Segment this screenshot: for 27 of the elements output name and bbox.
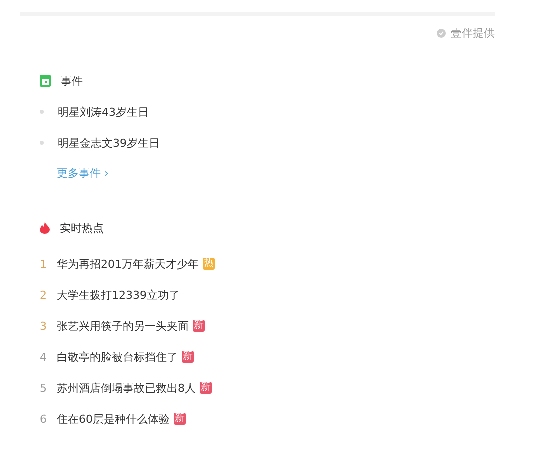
tag-badge: 新 bbox=[200, 382, 212, 394]
hot-topic-link[interactable]: 白敬亭的脸被台标挡住了 bbox=[57, 350, 178, 364]
hot-topic-link[interactable]: 苏州酒店倒塌事故已救出8人 bbox=[57, 380, 196, 396]
rank-number: 6 bbox=[40, 412, 48, 426]
rank-number: 3 bbox=[40, 320, 48, 332]
flame-icon bbox=[40, 222, 50, 234]
bullet-icon bbox=[40, 141, 44, 145]
hot-topic-link[interactable]: 张艺兴用筷子的另一头夹面 bbox=[57, 318, 189, 334]
section-title: 实时热点 bbox=[60, 220, 104, 236]
rank-number: 5 bbox=[40, 382, 48, 394]
event-item[interactable]: 明星刘涛43岁生日 bbox=[58, 104, 149, 120]
event-item[interactable]: 明星金志文39岁生日 bbox=[58, 136, 160, 150]
bullet-icon bbox=[40, 110, 44, 114]
rank-number: 1 bbox=[40, 258, 48, 270]
rank-number: 4 bbox=[40, 350, 48, 364]
tag-badge: 新 bbox=[174, 413, 186, 425]
tag-badge: 新 bbox=[193, 320, 205, 332]
tag-badge: 热 bbox=[203, 258, 215, 270]
check-icon bbox=[437, 29, 446, 38]
tag-badge: 新 bbox=[182, 351, 194, 363]
calendar-icon bbox=[40, 75, 51, 87]
hot-topic-link[interactable]: 华为再招201万年薪天才少年 bbox=[57, 256, 199, 272]
hot-topic-link[interactable]: 住在60层是种什么体验 bbox=[57, 412, 170, 426]
section-title: 事件 bbox=[61, 74, 83, 88]
provider-label: 壹伴提供 bbox=[451, 26, 495, 41]
hot-topic-link[interactable]: 大学生拨打12339立功了 bbox=[57, 288, 180, 302]
rank-number: 2 bbox=[40, 288, 48, 302]
